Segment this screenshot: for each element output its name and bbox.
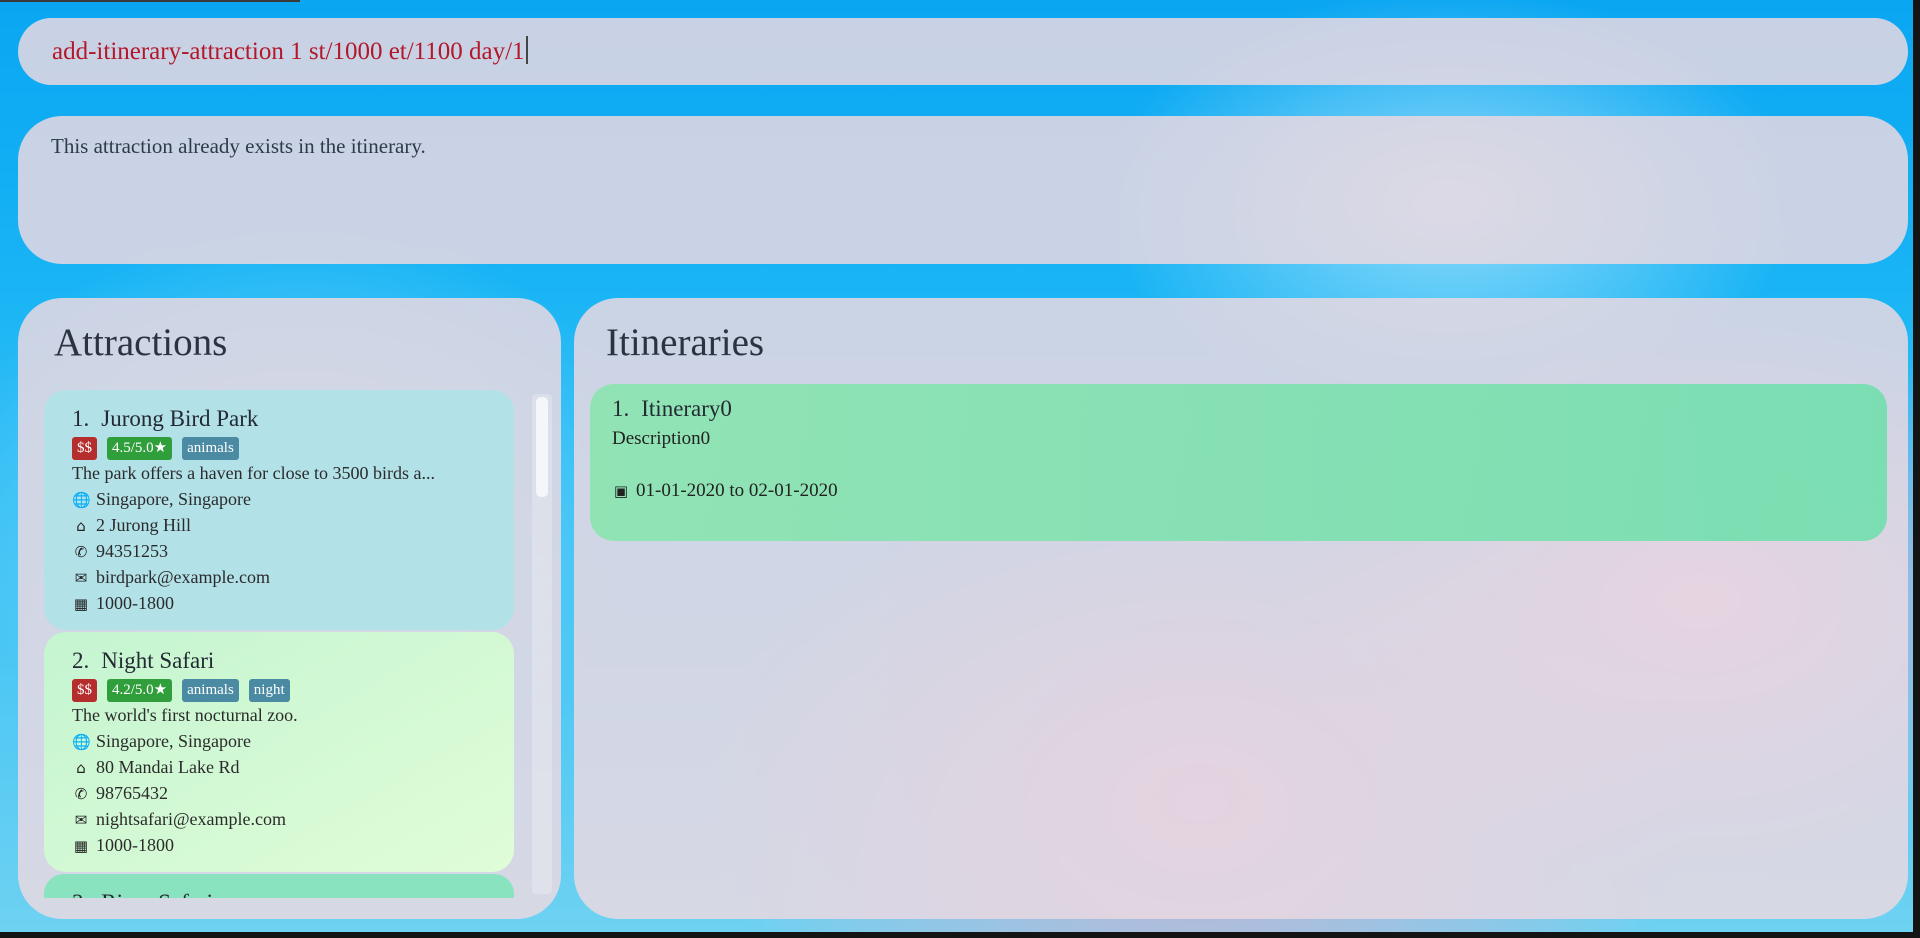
attraction-card[interactable]: 1. Jurong Bird Park $$ 4.5/5.0★ animals T…	[44, 390, 514, 630]
attractions-title: Attractions	[54, 321, 228, 364]
window-border-bottom	[0, 932, 1920, 938]
email-row: ✉ nightsafari@example.com	[72, 809, 286, 830]
result-display: This attraction already exists in the it…	[18, 116, 1908, 264]
attraction-name: 2. Night Safari	[72, 648, 215, 673]
attraction-card[interactable]: 3.River Safari	[44, 874, 514, 898]
rating-badge: 4.5/5.0★	[107, 437, 173, 460]
phone-icon: ✆	[74, 784, 88, 803]
attraction-name: 1. Jurong Bird Park	[72, 406, 259, 431]
home-icon: ⌂	[76, 758, 86, 777]
email-icon: ✉	[74, 568, 88, 587]
globe-icon: 🌐	[72, 732, 91, 751]
attractions-list[interactable]: 1. Jurong Bird Park $$ 4.5/5.0★ animals T…	[44, 390, 532, 898]
location-row: 🌐 Singapore, Singapore	[72, 489, 251, 509]
attraction-description: The park offers a haven for close to 350…	[72, 463, 436, 483]
attraction-card[interactable]: 2. Night Safari $$ 4.2/5.0★ animals night…	[44, 632, 514, 872]
itinerary-dates: ▣ 01-01-2020 to 02-01-2020	[613, 480, 838, 501]
price-badge: $$	[72, 437, 97, 460]
clock-icon: ▦	[73, 594, 89, 613]
hours-row: ▦ 1000-1800	[73, 835, 174, 855]
email-row: ✉ birdpark@example.com	[72, 567, 270, 588]
phone-icon: ✆	[74, 542, 88, 561]
command-box[interactable]: add-itinerary-attraction 1 st/1000 et/11…	[18, 18, 1908, 85]
command-input[interactable]: add-itinerary-attraction 1 st/1000 et/11…	[52, 36, 528, 66]
itineraries-panel: Itineraries 1. Itinerary0 Description0 ▣ 0…	[574, 298, 1908, 919]
itinerary-description: Description0	[612, 428, 711, 449]
tag-badge: night	[248, 679, 290, 702]
clock-icon: ▦	[73, 836, 89, 855]
rating-badge: 4.2/5.0★	[107, 679, 173, 702]
globe-icon: 🌐	[72, 490, 91, 509]
phone-row: ✆ 98765432	[72, 783, 168, 804]
attractions-scrollbar[interactable]	[532, 394, 552, 894]
itinerary-card[interactable]: 1. Itinerary0 Description0 ▣ 01-01-2020 to…	[590, 384, 1887, 541]
home-icon: ⌂	[76, 516, 86, 535]
location-row: 🌐 Singapore, Singapore	[72, 731, 251, 751]
attractions-panel: Attractions 1. Jurong Bird Park $$ 4.5/5.…	[18, 298, 561, 919]
hours-row: ▦ 1000-1800	[73, 593, 174, 613]
price-badge: $$	[72, 679, 97, 702]
result-message: This attraction already exists in the it…	[51, 134, 426, 158]
tag-badge: animals	[182, 437, 239, 460]
attraction-badges: $$ 4.5/5.0★ animals	[72, 437, 239, 460]
itineraries-title: Itineraries	[606, 321, 765, 364]
scrollbar-thumb[interactable]	[536, 397, 548, 497]
attraction-badges: $$ 4.2/5.0★ animals night	[72, 679, 290, 702]
window-border-right	[1913, 0, 1920, 938]
window-edge	[0, 0, 300, 2]
address-row: ⌂ 80 Mandai Lake Rd	[72, 757, 239, 778]
address-row: ⌂ 2 Jurong Hill	[72, 515, 191, 536]
text-caret	[525, 36, 528, 64]
itinerary-name: 1. Itinerary0	[612, 396, 732, 421]
email-icon: ✉	[74, 810, 88, 829]
tag-badge: animals	[182, 679, 239, 702]
attraction-name: 3.River Safari	[72, 890, 213, 898]
calendar-icon: ▣	[613, 482, 629, 500]
attraction-description: The world's first nocturnal zoo.	[72, 705, 298, 725]
phone-row: ✆ 94351253	[72, 541, 168, 562]
